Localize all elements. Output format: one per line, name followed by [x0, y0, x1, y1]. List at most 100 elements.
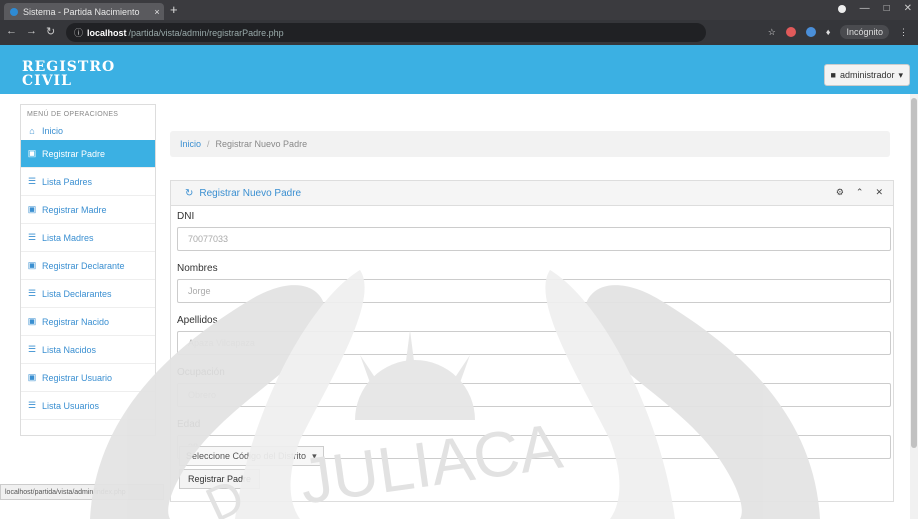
caret-down-icon: ▾	[898, 69, 903, 80]
sidebar-item-label: Inicio	[42, 126, 64, 136]
settings-icon[interactable]: ⚙	[836, 187, 844, 198]
incognito-badge[interactable]: Incógnito	[840, 25, 889, 39]
sidebar-item-home[interactable]: ⌂ Inicio	[21, 122, 155, 140]
sidebar-item-lista-usuarios[interactable]: ☰ Lista Usuarios	[21, 392, 155, 420]
sidebar-item-lista-declarantes[interactable]: ☰ Lista Declarantes	[21, 280, 155, 308]
sidebar-item-label: Lista Usuarios	[42, 400, 100, 411]
list-icon: ☰	[27, 232, 37, 242]
address-bar[interactable]: ⓘ localhost /partida/vista/admin/registr…	[66, 23, 706, 42]
sidebar-item-registrar-declarante[interactable]: ▣ Registrar Declarante	[21, 252, 155, 280]
app-header	[0, 45, 918, 94]
browser-tab-bar: Sistema - Partida Nacimiento × + — □ ✕	[0, 0, 918, 20]
reload-icon[interactable]: ↻	[46, 25, 55, 38]
back-icon[interactable]: ←	[6, 25, 17, 38]
sidebar-item-label: Registrar Nacido	[42, 316, 110, 327]
browser-tab[interactable]: Sistema - Partida Nacimiento ×	[4, 3, 164, 20]
sidebar-item-lista-nacidos[interactable]: ☰ Lista Nacidos	[21, 336, 155, 364]
sidebar-item-label: Registrar Padre	[42, 148, 106, 159]
collapse-icon[interactable]: ⌃	[856, 187, 864, 198]
star-icon[interactable]: ☆	[768, 27, 776, 38]
url-host: localhost	[87, 27, 127, 38]
form-field: Apellidos Apaza Vilcapaza	[177, 315, 891, 355]
form-icon: ▣	[27, 204, 37, 214]
select-arrow-icon: ▾	[312, 450, 317, 461]
menu-kebab-icon[interactable]: ⋮	[899, 27, 908, 38]
field-label: Ocupación	[177, 367, 225, 378]
sidebar: MENÚ DE OPERACIONES ⌂ Inicio ▣ Registrar …	[20, 104, 156, 436]
form-icon: ▣	[27, 148, 37, 158]
form-icon: ▣	[27, 316, 37, 326]
sidebar-item-label: Registrar Declarante	[42, 260, 125, 271]
status-bar-url: localhost/partida/vista/admin/index.php	[0, 484, 164, 500]
breadcrumb: Inicio / Registrar Nuevo Padre	[170, 131, 890, 157]
info-icon[interactable]: ⓘ	[74, 26, 83, 39]
account-icon[interactable]	[837, 5, 846, 13]
new-tab-button[interactable]: +	[170, 2, 178, 17]
browser-tab-title: Sistema - Partida Nacimiento	[23, 6, 140, 17]
list-icon: ☰	[27, 176, 37, 186]
register-panel: ↻ Registrar Nuevo Padre ⚙ ⌃ ✕ DNI 7007703…	[170, 180, 894, 502]
field-label: Edad	[177, 419, 201, 430]
breadcrumb-separator: /	[207, 139, 210, 149]
form-field: Ocupación Obrero	[177, 367, 891, 407]
field-label: Apellidos	[177, 315, 218, 326]
sidebar-item-label: Registrar Usuario	[42, 372, 113, 383]
maximize-icon[interactable]: □	[884, 3, 890, 14]
close-panel-icon[interactable]: ✕	[875, 187, 883, 198]
breadcrumb-home-link[interactable]: Inicio	[180, 139, 201, 149]
form-field: DNI 70077033	[177, 211, 891, 251]
field-input[interactable]: Jorge	[177, 279, 891, 303]
extension-blue-icon[interactable]	[805, 27, 816, 37]
home-icon: ⌂	[29, 126, 35, 136]
user-menu-button[interactable]: ■ administrador ▾	[823, 64, 910, 86]
sidebar-item-label: Lista Declarantes	[42, 288, 112, 299]
field-input[interactable]: Obrero	[177, 383, 891, 407]
sidebar-title: MENÚ DE OPERACIONES	[27, 111, 119, 118]
field-label: DNI	[177, 211, 195, 222]
user-name: administrador	[839, 70, 895, 80]
list-icon: ☰	[27, 344, 37, 354]
sidebar-item-registrar-madre[interactable]: ▣ Registrar Madre	[21, 196, 155, 224]
list-icon: ☰	[27, 400, 37, 410]
favicon-icon	[10, 7, 18, 16]
logo-line-1: Registro	[22, 59, 116, 75]
tab-close-icon[interactable]: ×	[150, 7, 164, 17]
sidebar-item-label: Registrar Madre	[42, 204, 107, 215]
sidebar-item-lista-madres[interactable]: ☰ Lista Madres	[21, 224, 155, 252]
sidebar-item-label: Lista Madres	[42, 232, 94, 243]
field-input[interactable]: Apaza Vilcapaza	[177, 331, 891, 355]
url-path: /partida/vista/admin/registrarPadre.php	[128, 27, 284, 38]
form-icon: ▣	[27, 372, 37, 382]
panel-title: Registrar Nuevo Padre	[199, 187, 302, 199]
user-icon: ■	[830, 70, 836, 80]
register-padre-button[interactable]: Registrar Padre	[179, 469, 261, 489]
list-icon: ☰	[27, 288, 37, 298]
sidebar-item-label: Lista Padres	[42, 176, 93, 187]
close-window-icon[interactable]: ✕	[904, 3, 912, 14]
extension-red-icon[interactable]	[785, 27, 796, 37]
sidebar-item-label: Lista Nacidos	[42, 344, 97, 355]
scrollbar-thumb[interactable]	[911, 98, 917, 448]
window-controls: — □ ✕	[837, 3, 912, 14]
browser-nav-bar: ← → ↻ ⓘ localhost /partida/vista/admin/r…	[0, 20, 918, 45]
extensions-area: ☆ ♦ Incógnito ⋮	[768, 25, 908, 39]
page-scrollbar[interactable]	[910, 94, 918, 519]
app-logo[interactable]: Registro Civil	[22, 60, 132, 90]
form-icon: ▣	[27, 260, 37, 270]
sidebar-item-registrar-padre[interactable]: ▣ Registrar Padre	[21, 140, 155, 168]
field-input[interactable]: 70077033	[177, 227, 891, 251]
form-field: Nombres Jorge	[177, 263, 891, 303]
puzzle-icon[interactable]: ♦	[826, 27, 831, 37]
forward-icon[interactable]: →	[26, 25, 37, 38]
sidebar-item-lista-padres[interactable]: ☰ Lista Padres	[21, 168, 155, 196]
district-select[interactable]: Seleccione Código del Distrito ▾	[179, 446, 324, 466]
refresh-icon: ↻	[185, 187, 194, 199]
minimize-icon[interactable]: —	[860, 3, 870, 14]
district-select-label: Seleccione Código del Distrito	[186, 451, 307, 461]
sidebar-item-registrar-usuario[interactable]: ▣ Registrar Usuario	[21, 364, 155, 392]
logo-line-2: Civil	[22, 73, 72, 89]
sidebar-item-registrar-nacido[interactable]: ▣ Registrar Nacido	[21, 308, 155, 336]
breadcrumb-current: Registrar Nuevo Padre	[215, 139, 308, 149]
field-label: Nombres	[177, 263, 218, 274]
panel-header: ↻ Registrar Nuevo Padre ⚙ ⌃ ✕	[171, 181, 893, 206]
